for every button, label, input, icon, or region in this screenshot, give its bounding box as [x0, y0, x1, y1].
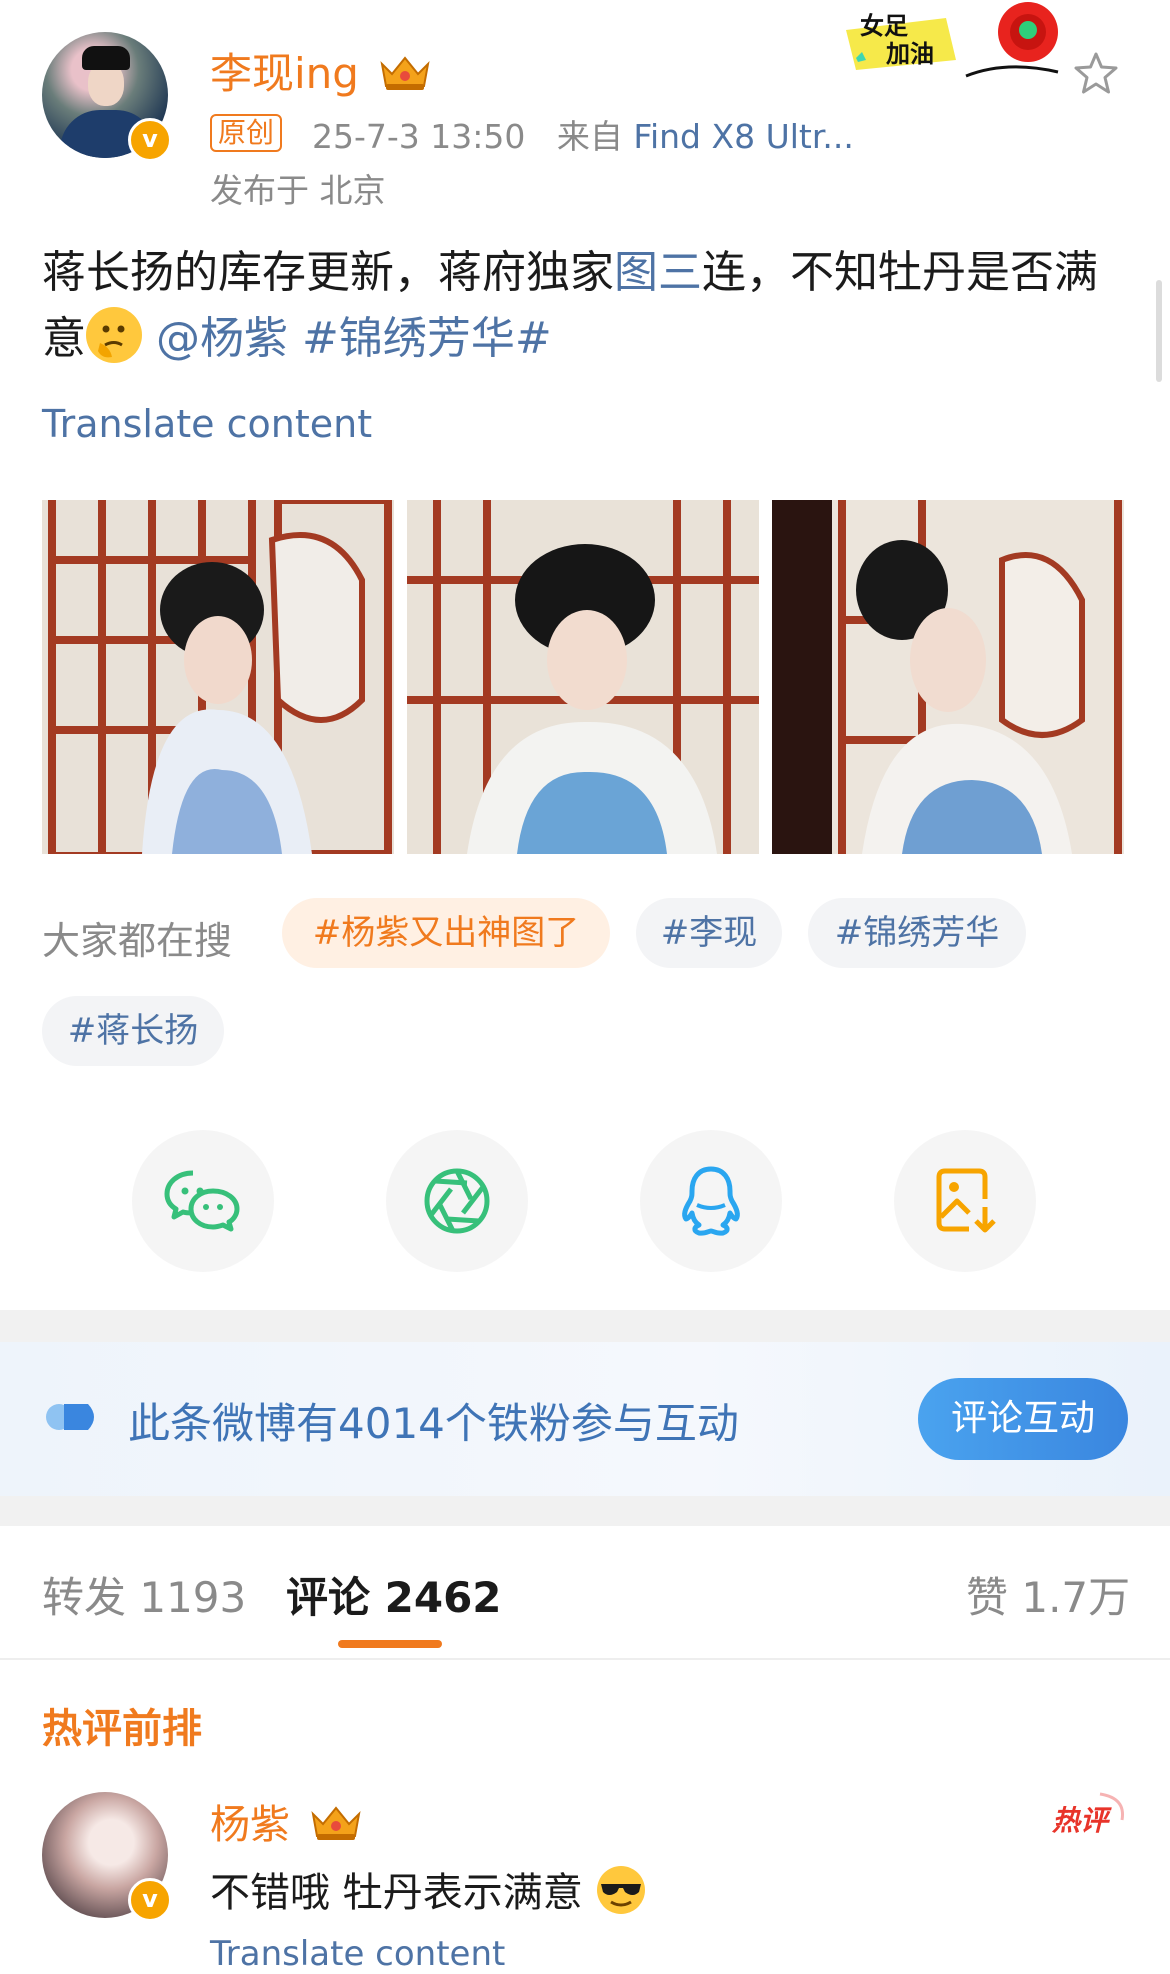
comment-verified-badge-icon: v [128, 1878, 172, 1922]
comment-user-text[interactable]: 杨紫 [210, 1802, 290, 1848]
post-meta: 25-7-3 13:50 来自 Find X8 Ultr... [312, 110, 854, 158]
share-qq-button[interactable] [640, 1130, 782, 1272]
crown-icon [380, 56, 430, 90]
search-chip-1[interactable]: #杨紫又出神图了 [282, 898, 610, 968]
original-badge: 原创 [210, 114, 283, 152]
tab-comment[interactable]: 评论 2462 [286, 1564, 502, 1625]
hot-comments-title: 热评前排 [42, 1706, 202, 1752]
comment-text: 不错哦 牡丹表示满意 [210, 1860, 647, 1918]
source-prefix: 来自 [556, 117, 623, 156]
section-divider-2 [0, 1496, 1170, 1526]
sticker-decoration: 女足 加油 [846, 2, 1059, 78]
sticker-text-2: 加油 [886, 41, 934, 68]
save-image-icon [936, 1168, 996, 1233]
hashtag-link[interactable]: #锦绣芳华# [302, 313, 552, 364]
comment-translate-link[interactable]: Translate content [210, 1934, 505, 1974]
comment-crown-icon [311, 1806, 361, 1840]
tab-like[interactable]: 赞 1.7万 [966, 1564, 1130, 1625]
trending-search-label: 大家都在搜 [42, 919, 233, 963]
author-name-text[interactable]: 李现ing [210, 49, 359, 98]
scrollbar[interactable] [1156, 280, 1162, 382]
sunglasses-emoji-icon [597, 1866, 646, 1914]
mention-link[interactable]: @杨紫 [156, 313, 288, 364]
post-image-link[interactable]: 图三 [614, 247, 702, 298]
post-location: 发布于 北京 [210, 171, 386, 210]
fan-interaction-text: 此条微博有4014个铁粉参与互动 [128, 1399, 739, 1448]
section-divider [0, 1310, 1170, 1342]
source-device[interactable]: Find X8 Ultr... [633, 117, 853, 156]
post-photo-2[interactable] [407, 500, 759, 854]
post-text-1: 蒋长扬的库存更新，蒋府独家 [42, 247, 614, 298]
share-moments-button[interactable] [386, 1130, 528, 1272]
share-wechat-button[interactable] [132, 1130, 274, 1272]
comment-user[interactable]: 杨紫 [210, 1792, 363, 1850]
hot-comment-tag-text: 热评 [1051, 1805, 1112, 1836]
save-image-button[interactable] [894, 1130, 1036, 1272]
post-time: 25-7-3 13:50 [312, 117, 526, 156]
post-photo-1[interactable] [42, 500, 394, 854]
search-chip-3[interactable]: #锦绣芳华 [808, 898, 1026, 968]
author-name[interactable]: 李现ing [210, 40, 432, 101]
hot-comment-tag: 热评 [1051, 1792, 1125, 1836]
translate-link[interactable]: Translate content [42, 402, 372, 446]
search-chip-4[interactable]: #蒋长扬 [42, 996, 224, 1066]
active-tab-indicator [338, 1640, 442, 1648]
comment-interaction-button[interactable]: 评论互动 [918, 1378, 1128, 1460]
thinking-emoji-icon [86, 307, 142, 363]
sticker-text-1: 女足 [860, 12, 908, 40]
tab-repost[interactable]: 转发 1193 [42, 1564, 246, 1625]
favorite-star-icon[interactable] [1072, 50, 1120, 98]
comment-text-body: 不错哦 牡丹表示满意 [210, 1870, 583, 1916]
search-chip-2[interactable]: #李现 [636, 898, 782, 968]
qq-icon [682, 1166, 740, 1236]
fan-play-icon [46, 1404, 94, 1430]
tab-divider [0, 1658, 1170, 1660]
verified-badge-icon: v [128, 118, 172, 162]
post-body: 蒋长扬的库存更新，蒋府独家图三连，不知牡丹是否满意 @杨紫 #锦绣芳华# [42, 240, 1132, 372]
moments-icon [424, 1168, 490, 1234]
post-photo-3[interactable] [772, 500, 1124, 854]
wechat-icon [164, 1170, 240, 1232]
